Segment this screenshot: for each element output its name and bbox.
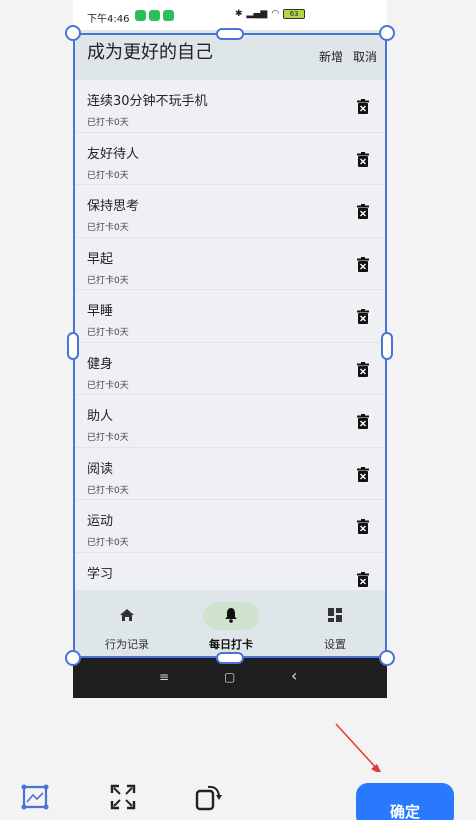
habit-name: 健身: [87, 356, 114, 372]
rotate-icon[interactable]: [194, 782, 224, 812]
page-title: 成为更好的自己: [87, 42, 213, 63]
habit-status: 已打卡0天: [87, 275, 129, 286]
habit-name: 保持思考: [87, 199, 140, 214]
trash-icon[interactable]: [357, 256, 369, 272]
system-navigation-bar: ≡ ▢ ‹: [73, 658, 387, 698]
crop-handle-right[interactable]: [381, 332, 393, 360]
bell-icon: [225, 608, 237, 623]
crop-handle-left[interactable]: [67, 332, 79, 360]
habit-item[interactable]: 健身已打卡0天: [73, 343, 387, 395]
nav-label: 设置: [324, 638, 346, 651]
trash-icon[interactable]: [357, 519, 369, 534]
nav-tab-2[interactable]: 每日打卡: [179, 590, 283, 658]
habit-item[interactable]: 阅读已打卡0天: [73, 448, 387, 500]
status-indicators: ✱ ▂▄▆ ◠ 63: [235, 9, 306, 19]
trash-icon[interactable]: [357, 309, 369, 324]
bottom-navigation: 行为记录 每日打卡 设置: [73, 590, 387, 658]
nav-tab-3[interactable]: 设置: [283, 590, 387, 658]
status-bar: 下午4:46 ✱ ▂▄▆ ◠ 63: [73, 0, 387, 30]
nav-label: 每日打卡: [209, 638, 253, 651]
battery-icon: 63: [283, 9, 306, 19]
crop-handle-top-right[interactable]: [379, 25, 395, 41]
status-time: 下午4:46: [87, 14, 130, 25]
habit-item[interactable]: 友好待人已打卡0天: [73, 133, 387, 185]
notification-icons: [135, 10, 174, 21]
back-key[interactable]: ‹: [291, 666, 297, 685]
habit-name: 连续30分钟不玩手机: [87, 94, 208, 109]
habit-item[interactable]: 运动已打卡0天: [73, 500, 387, 553]
menu-key[interactable]: ≡: [159, 670, 169, 684]
habit-item[interactable]: 学习已打卡0天: [73, 553, 387, 592]
habit-status: 已打卡0天: [87, 485, 129, 496]
crop-handle-top[interactable]: [216, 28, 244, 40]
nav-tab-1[interactable]: 行为记录: [75, 590, 179, 658]
habit-status: 已打卡0天: [87, 118, 129, 128]
habit-name: 助人: [87, 409, 114, 424]
habit-status: 已打卡0天: [87, 380, 129, 391]
signal-icon: ▂▄▆: [246, 9, 268, 19]
habit-name: 运动: [87, 514, 114, 529]
habit-item[interactable]: 助人已打卡0天: [73, 395, 387, 448]
habit-item[interactable]: 早睡已打卡0天: [73, 290, 387, 343]
home-icon: [120, 609, 134, 621]
trash-icon[interactable]: [357, 361, 369, 377]
trash-icon[interactable]: [357, 571, 369, 587]
expand-icon[interactable]: [108, 782, 138, 812]
screenshot-preview: 下午4:46 ✱ ▂▄▆ ◠ 63 成为更好的自己 新增 取消 连续30分钟不玩…: [73, 0, 387, 698]
trash-icon[interactable]: [357, 99, 369, 114]
dashboard-icon: [328, 608, 342, 622]
habit-name: 学习: [87, 566, 114, 582]
habit-name: 早起: [87, 251, 114, 267]
habit-status: 已打卡0天: [87, 223, 129, 233]
habit-status: 已打卡0天: [87, 433, 129, 443]
habit-item[interactable]: 早起已打卡0天: [73, 238, 387, 290]
habit-list: 连续30分钟不玩手机 已打卡0天 友好待人 已打卡0天 保持思考 已打卡0天 早起 已打卡0天…: [73, 80, 387, 592]
crop-tool-icon[interactable]: [20, 782, 50, 812]
app-icon: [163, 10, 174, 21]
add-button[interactable]: 新增: [319, 48, 343, 65]
trash-icon[interactable]: [357, 466, 369, 482]
wifi-icon: ◠: [271, 9, 280, 19]
habit-item[interactable]: 连续30分钟不玩手机已打卡0天: [73, 80, 387, 133]
cancel-button[interactable]: 取消: [353, 48, 377, 65]
nav-label: 行为记录: [105, 638, 149, 651]
trash-icon[interactable]: [357, 204, 369, 219]
habit-name: 早睡: [87, 304, 114, 319]
crop-handle-bottom-right[interactable]: [379, 650, 395, 666]
crop-handle-top-left[interactable]: [65, 25, 81, 41]
habit-status: 已打卡0天: [87, 170, 129, 181]
habit-name: 阅读: [87, 461, 114, 477]
app-icon: [135, 10, 146, 21]
app-icon: [149, 10, 160, 21]
habit-item[interactable]: 保持思考已打卡0天: [73, 185, 387, 238]
crop-handle-bottom[interactable]: [216, 652, 244, 664]
home-key[interactable]: ▢: [224, 670, 235, 684]
crop-handle-bottom-left[interactable]: [65, 650, 81, 666]
habit-status: 已打卡0天: [87, 328, 129, 338]
trash-icon[interactable]: [357, 414, 369, 429]
habit-name: 友好待人: [87, 146, 140, 162]
habit-status: 已打卡0天: [87, 538, 129, 548]
bluetooth-icon: ✱: [235, 9, 243, 19]
trash-icon[interactable]: [357, 151, 369, 167]
confirm-button[interactable]: 确定: [356, 783, 454, 820]
